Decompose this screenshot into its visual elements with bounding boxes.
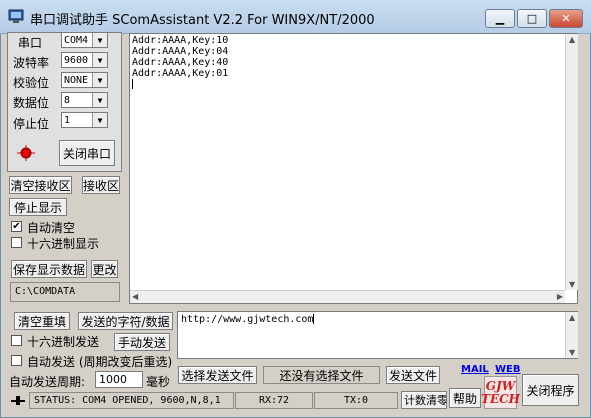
mail-link[interactable]: MAIL <box>461 364 489 375</box>
app-icon <box>8 8 26 24</box>
save-data-button[interactable]: 保存显示数据 <box>11 260 87 278</box>
hex-display-checkbox[interactable] <box>11 237 22 248</box>
close-program-button[interactable]: 关闭程序 <box>522 374 579 406</box>
select-file-button[interactable]: 选择发送文件 <box>178 366 257 384</box>
auto-clear-label: 自动清空 <box>27 221 76 235</box>
databits-select[interactable]: 8 ▼ <box>61 92 108 108</box>
chevron-down-icon: ▼ <box>92 73 107 87</box>
stopbits-select[interactable]: 1 ▼ <box>61 112 108 128</box>
chevron-down-icon: ▼ <box>92 113 107 127</box>
baud-select[interactable]: 9600 ▼ <box>61 52 108 68</box>
receive-horizontal-scrollbar[interactable]: ◀ ▶ <box>130 290 565 303</box>
scroll-left-icon[interactable]: ◀ <box>132 292 138 301</box>
auto-clear-checkbox[interactable]: ✔ <box>11 221 22 232</box>
serial-plug-icon <box>10 394 26 407</box>
window-title: 串口调试助手 SComAssistant V2.2 For WIN9X/NT/2… <box>30 13 375 28</box>
receive-textarea[interactable]: Addr:AAAA,Key:10 Addr:AAAA,Key:04 Addr:A… <box>129 33 578 304</box>
logo-line1: GJW <box>485 378 516 393</box>
text-cursor <box>132 79 133 89</box>
logo-line2: TECH <box>481 391 520 406</box>
receive-line: Addr:AAAA,Key:04 <box>132 46 229 57</box>
minimize-button[interactable]: ▁ <box>485 9 515 28</box>
receive-line: Addr:AAAA,Key:01 <box>132 68 229 79</box>
close-port-button[interactable]: 关闭串口 <box>59 140 115 166</box>
stopbits-label: 停止位 <box>13 117 50 131</box>
stopbits-value: 1 <box>64 114 71 126</box>
send-textarea[interactable]: http://www.gjwtech.com <box>177 311 578 359</box>
change-path-button[interactable]: 更改 <box>91 260 118 278</box>
port-select[interactable]: COM4 ▼ <box>61 32 108 48</box>
period-label: 自动发送周期: <box>9 375 86 389</box>
parity-value: NONE <box>64 74 89 86</box>
clear-send-button[interactable]: 清空重填 <box>14 312 70 330</box>
chevron-down-icon: ▼ <box>92 33 107 47</box>
send-vertical-scrollbar[interactable]: ▲ ▼ <box>565 312 578 358</box>
status-text: STATUS: COM4 OPENED, 9600,N,8,1 <box>29 392 234 409</box>
port-status-led-icon <box>17 145 35 161</box>
clear-receive-button[interactable]: 清空接收区 <box>9 176 72 194</box>
send-file-button[interactable]: 发送文件 <box>386 366 440 384</box>
auto-send-checkbox[interactable] <box>11 355 22 366</box>
baud-label: 波特率 <box>13 56 50 70</box>
reset-count-button[interactable]: 计数清零 <box>401 391 447 409</box>
hex-send-checkbox[interactable] <box>11 335 22 346</box>
baud-value: 9600 <box>64 54 89 66</box>
tx-count: TX:0 <box>314 392 398 409</box>
maximize-icon: □ <box>526 12 538 25</box>
period-unit: 毫秒 <box>146 375 171 389</box>
parity-label: 校验位 <box>13 76 50 90</box>
receive-line: Addr:AAAA,Key:40 <box>132 57 229 68</box>
databits-value: 8 <box>64 94 71 106</box>
scroll-down-icon[interactable]: ▼ <box>569 280 575 289</box>
chevron-down-icon: ▼ <box>92 93 107 107</box>
scroll-up-icon[interactable]: ▲ <box>569 35 575 44</box>
period-input[interactable]: 1000 <box>95 371 143 388</box>
chevron-down-icon: ▼ <box>92 53 107 67</box>
web-link[interactable]: WEB <box>495 364 520 375</box>
scroll-right-icon[interactable]: ▶ <box>557 292 563 301</box>
hex-display-label: 十六进制显示 <box>27 237 100 251</box>
maximize-button[interactable]: □ <box>517 9 547 28</box>
parity-select[interactable]: NONE ▼ <box>61 72 108 88</box>
minimize-icon: ▁ <box>495 12 505 25</box>
manual-send-button[interactable]: 手动发送 <box>114 333 170 351</box>
scroll-up-icon[interactable]: ▲ <box>569 313 575 322</box>
receive-vertical-scrollbar[interactable]: ▲ ▼ <box>565 34 578 290</box>
send-data-label: 发送的字符/数据 <box>78 312 173 330</box>
auto-send-label: 自动发送 (周期改变后重选) <box>27 355 173 369</box>
port-value: COM4 <box>64 34 89 46</box>
databits-label: 数据位 <box>13 96 50 110</box>
close-icon: ✕ <box>561 12 571 25</box>
help-button[interactable]: 帮助 <box>449 388 481 408</box>
rx-count: RX:72 <box>235 392 313 409</box>
selected-file-display: 还没有选择文件 <box>263 366 380 384</box>
hex-send-label: 十六进制发送 <box>27 335 100 349</box>
text-cursor <box>313 314 315 324</box>
receive-area-label: 接收区 <box>82 176 120 194</box>
scroll-down-icon[interactable]: ▼ <box>569 348 575 357</box>
send-text: http://www.gjwtech.com <box>181 314 314 325</box>
receive-line: Addr:AAAA,Key:10 <box>132 35 229 46</box>
save-path-display: C:\COMDATA <box>10 282 120 302</box>
gjw-tech-logo: GJW TECH <box>481 376 520 409</box>
port-label: 串口 <box>18 36 43 50</box>
close-window-button[interactable]: ✕ <box>549 9 583 28</box>
stop-display-button[interactable]: 停止显示 <box>9 198 67 216</box>
